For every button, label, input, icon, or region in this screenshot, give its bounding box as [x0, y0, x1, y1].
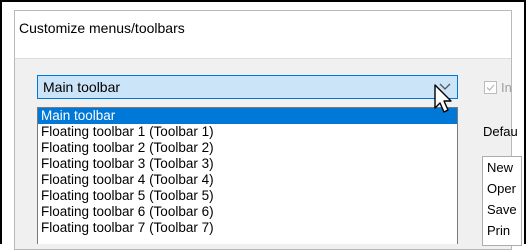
- toolbar-option[interactable]: Floating toolbar 2 (Toolbar 2): [38, 140, 457, 156]
- toolbar-option[interactable]: Floating toolbar 1 (Toolbar 1): [38, 124, 457, 140]
- include-checkbox[interactable]: [484, 81, 497, 94]
- checkmark-icon: [486, 84, 495, 91]
- toolbar-option[interactable]: Floating toolbar 5 (Toolbar 5): [38, 188, 457, 204]
- toolbar-dropdown-list[interactable]: Main toolbar Floating toolbar 1 (Toolbar…: [37, 107, 458, 244]
- toolbar-select-value: Main toolbar: [43, 79, 121, 95]
- list-item[interactable]: New: [483, 157, 521, 178]
- toolbar-option[interactable]: Floating toolbar 3 (Toolbar 3): [38, 156, 457, 172]
- default-commands-label: Defau: [483, 124, 518, 139]
- list-item[interactable]: Oper: [483, 178, 521, 199]
- dialog-title: Customize menus/toolbars: [19, 20, 185, 36]
- commands-list[interactable]: New Oper Save Prin: [482, 156, 522, 246]
- list-item[interactable]: Prin: [483, 220, 521, 241]
- toolbar-option[interactable]: Floating toolbar 6 (Toolbar 6): [38, 204, 457, 220]
- list-item[interactable]: Save: [483, 199, 521, 220]
- toolbar-option[interactable]: Floating toolbar 4 (Toolbar 4): [38, 172, 457, 188]
- toolbar-option[interactable]: Floating toolbar 7 (Toolbar 7): [38, 220, 457, 236]
- mouse-pointer-icon: [434, 84, 452, 113]
- toolbar-select[interactable]: Main toolbar: [37, 75, 458, 99]
- include-checkbox-label: In: [501, 80, 512, 95]
- toolbar-option[interactable]: Main toolbar: [38, 108, 457, 124]
